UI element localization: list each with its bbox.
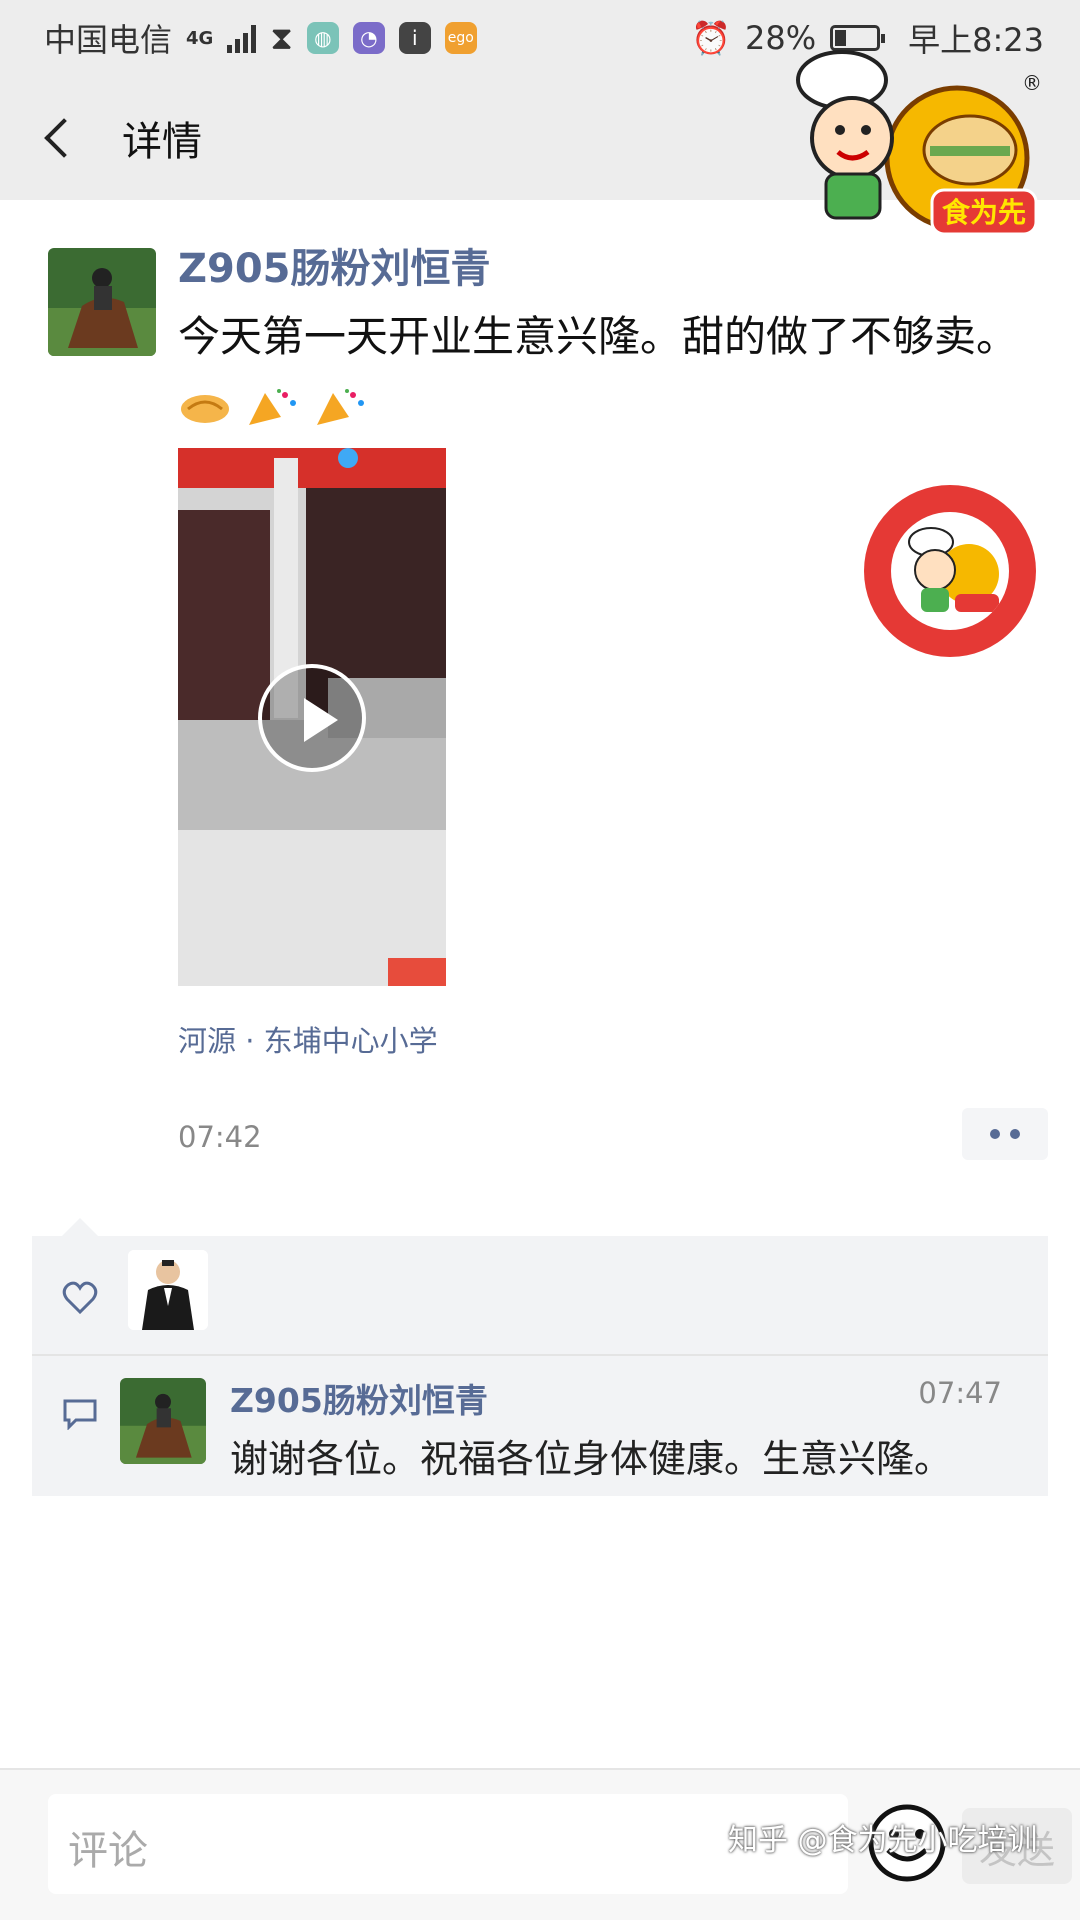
back-arrow-icon[interactable] <box>44 118 84 158</box>
dot-icon <box>990 1129 1000 1139</box>
comment-text[interactable]: 谢谢各位。祝福各位身体健康。生意兴隆。 <box>230 1428 952 1483</box>
carrier-name: 中国电信 <box>44 21 173 59</box>
post-location[interactable]: 河源 · 东埔中心小学 <box>178 1018 438 1060</box>
divider <box>32 1354 1048 1356</box>
liker-avatar[interactable] <box>128 1250 208 1330</box>
party-popper-emoji-icon <box>313 382 367 425</box>
video-thumbnail[interactable] <box>178 448 446 986</box>
commenter-name[interactable]: Z905肠粉刘恒青 <box>230 1374 488 1422</box>
commenter-avatar[interactable] <box>120 1378 206 1464</box>
brand-logo-text: 食为先 <box>942 196 1026 229</box>
post-timestamp: 07:42 <box>178 1120 262 1154</box>
svg-text:®: ® <box>1022 71 1042 95</box>
alarm-icon: ⏰ <box>691 19 731 57</box>
hourglass-icon: ⧗ <box>270 18 293 57</box>
status-left: 中国电信 4G ⧗ ◍ ◔ i ego <box>44 15 477 61</box>
post-body: 今天第一天开业生意兴隆。甜的做了不够卖。 <box>178 312 1019 361</box>
more-options-button[interactable] <box>962 1108 1048 1160</box>
brand-badge-mascot <box>891 512 1009 630</box>
heart-icon <box>62 1281 98 1315</box>
info-app-icon: i <box>398 22 431 54</box>
handshake-emoji-icon <box>178 382 232 423</box>
brand-logo-watermark: 食为先 ® <box>796 50 1042 236</box>
brand-badge-watermark <box>864 485 1036 657</box>
comment-icon <box>63 1399 97 1430</box>
zhihu-watermark: 知乎 @食为先小吃培训 <box>728 1823 1038 1858</box>
poster-avatar[interactable] <box>48 248 156 356</box>
ego-app-icon: ego <box>444 22 477 54</box>
battery-icon <box>830 25 886 51</box>
signal-icon <box>227 23 257 53</box>
clock-app-icon: ◔ <box>352 22 385 54</box>
likes-comments-panel: Z905肠粉刘恒青 07:47 谢谢各位。祝福各位身体健康。生意兴隆。 <box>32 1218 1048 1496</box>
post-text: 今天第一天开业生意兴隆。甜的做了不够卖。 <box>178 306 1028 430</box>
network-type: 4G <box>186 27 214 49</box>
party-popper-emoji-icon <box>245 382 299 425</box>
dot-icon <box>1010 1129 1020 1139</box>
battery-fill <box>835 30 847 46</box>
page-title: 详情 <box>122 119 202 165</box>
poster-name[interactable]: Z905肠粉刘恒青 <box>178 236 491 294</box>
play-icon[interactable] <box>258 664 366 772</box>
globe-app-icon: ◍ <box>306 22 339 54</box>
comment-timestamp: 07:47 <box>918 1376 1002 1410</box>
